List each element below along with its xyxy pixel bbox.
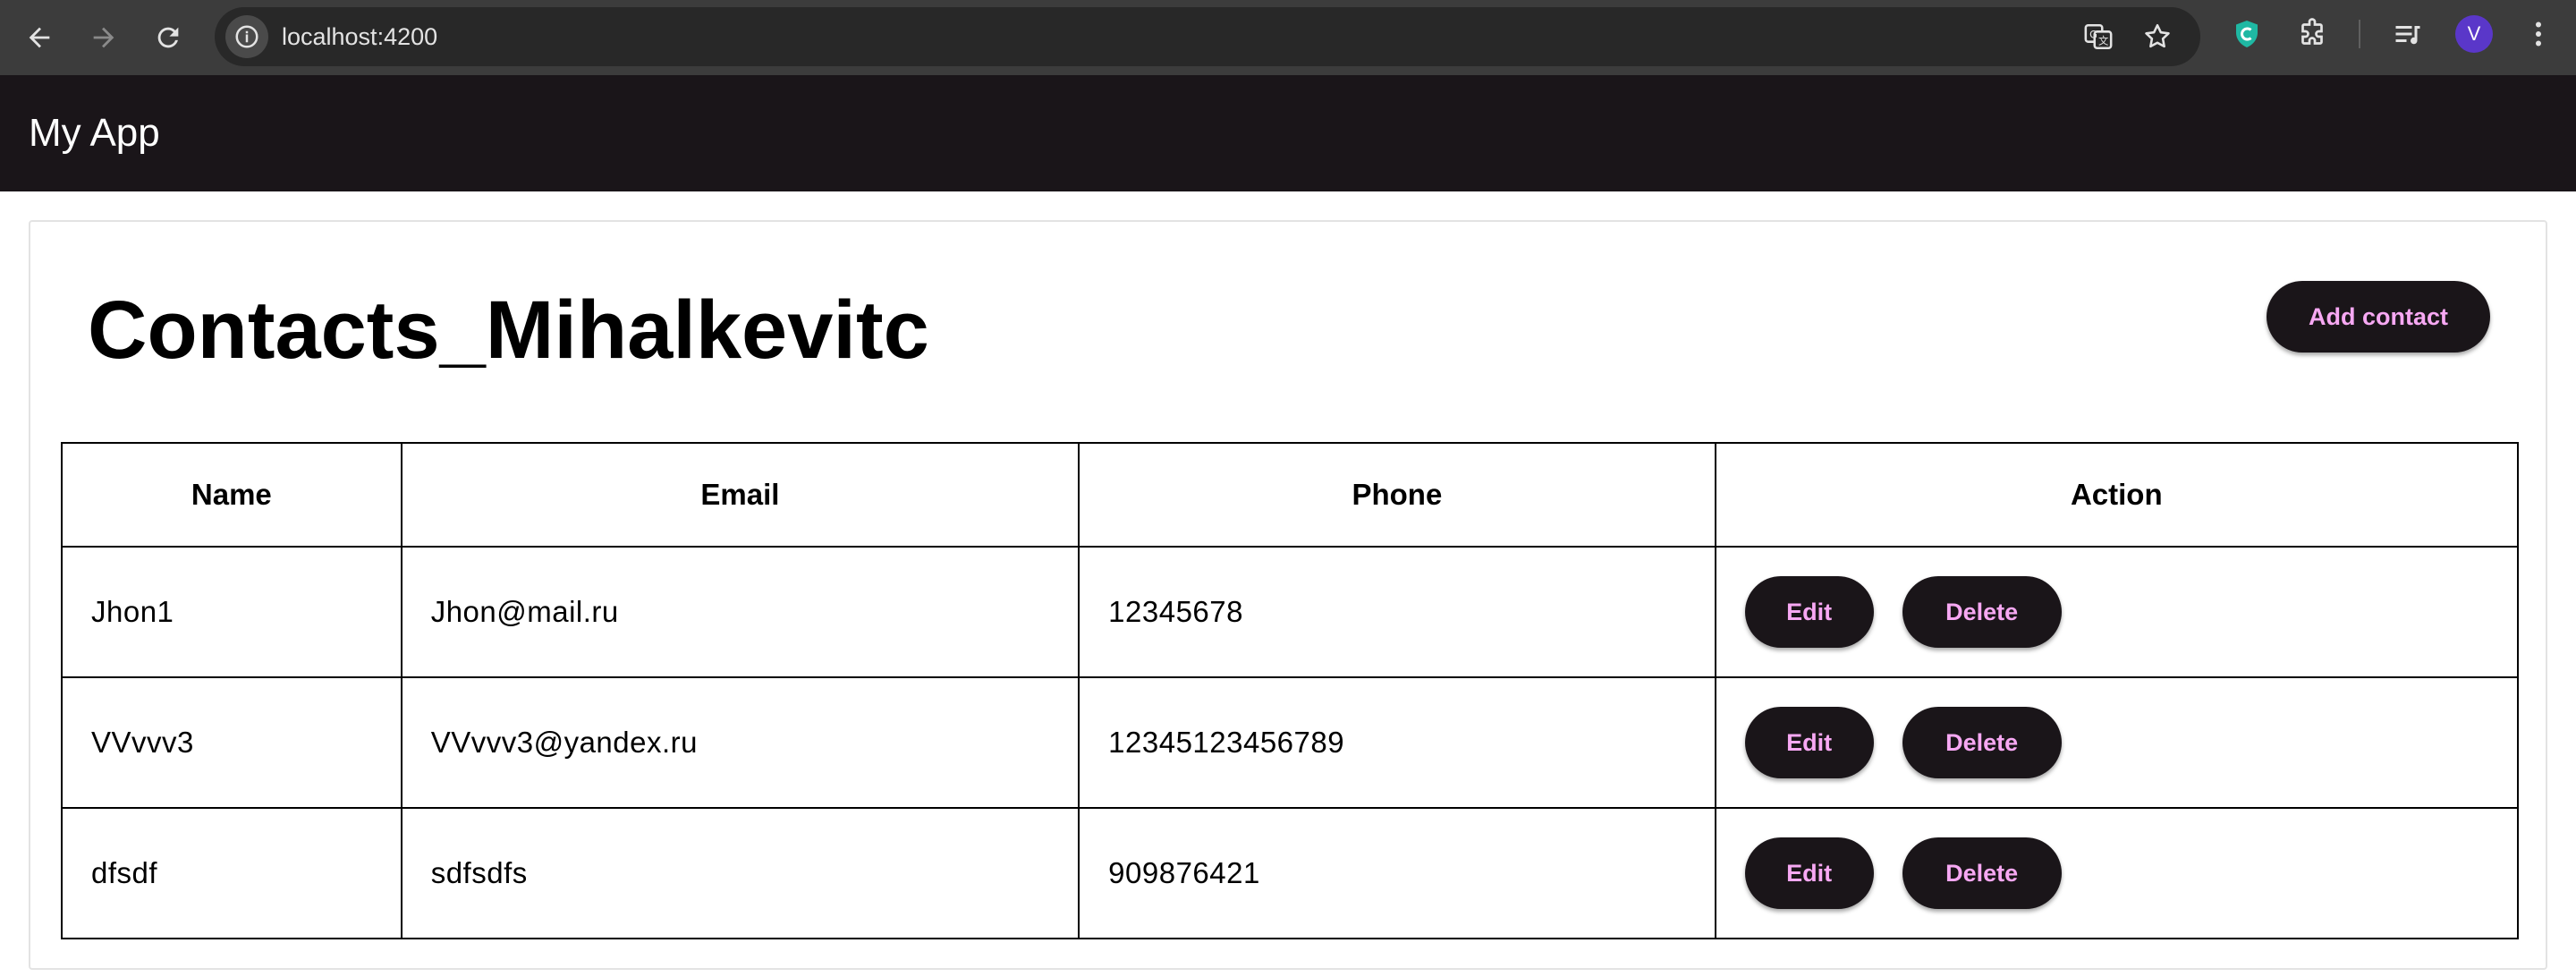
cell-action: Edit Delete — [1714, 676, 2520, 809]
page-title: Contacts_Mihalkevitc — [88, 285, 929, 376]
app-title: My App — [29, 111, 160, 155]
shield-extension-icon[interactable] — [2229, 16, 2265, 52]
cell-name: VVvvv3 — [61, 676, 402, 809]
table-row: dfsdf sdfsdfs 909876421 Edit Delete — [61, 807, 2520, 939]
edit-button[interactable]: Edit — [1744, 707, 1874, 778]
edit-button[interactable]: Edit — [1744, 576, 1874, 648]
column-header-email: Email — [400, 442, 1080, 548]
star-icon[interactable] — [2141, 21, 2174, 53]
contacts-table: Name Email Phone Action Jhon1 Jhon@mail.… — [61, 442, 2520, 939]
table-row: Jhon1 Jhon@mail.ru 12345678 Edit Delete — [61, 546, 2520, 678]
cell-email: Jhon@mail.ru — [400, 546, 1080, 678]
delete-button[interactable]: Delete — [1902, 576, 2062, 648]
cell-phone: 12345123456789 — [1078, 676, 1716, 809]
reload-icon[interactable] — [148, 18, 188, 57]
cell-phone: 909876421 — [1078, 807, 1716, 939]
edit-button[interactable]: Edit — [1744, 837, 1874, 909]
profile-avatar[interactable]: V — [2455, 15, 2493, 53]
browser-toolbar: localhost:4200 G文 V — [0, 0, 2576, 75]
translate-icon[interactable]: G文 — [2082, 21, 2114, 53]
column-header-name: Name — [61, 442, 402, 548]
delete-button[interactable]: Delete — [1902, 837, 2062, 909]
media-queue-icon[interactable] — [2390, 16, 2426, 52]
back-arrow-icon[interactable] — [20, 18, 59, 57]
puzzle-icon[interactable] — [2294, 16, 2330, 52]
column-header-action: Action — [1714, 442, 2520, 548]
toolbar-divider — [2359, 20, 2360, 48]
cell-action: Edit Delete — [1714, 807, 2520, 939]
cell-phone: 12345678 — [1078, 546, 1716, 678]
svg-text:G: G — [2089, 28, 2097, 40]
cell-name: Jhon1 — [61, 546, 402, 678]
cell-name: dfsdf — [61, 807, 402, 939]
svg-text:文: 文 — [2098, 35, 2108, 47]
cell-email: sdfsdfs — [400, 807, 1080, 939]
delete-button[interactable]: Delete — [1902, 707, 2062, 778]
info-icon[interactable] — [225, 15, 268, 58]
table-header-row: Name Email Phone Action — [61, 442, 2520, 548]
address-bar[interactable]: localhost:4200 G文 — [215, 7, 2200, 66]
forward-arrow-icon[interactable] — [84, 18, 123, 57]
cell-action: Edit Delete — [1714, 546, 2520, 678]
kebab-menu-icon[interactable] — [2521, 16, 2556, 52]
table-row: VVvvv3 VVvvv3@yandex.ru 12345123456789 E… — [61, 676, 2520, 809]
cell-email: VVvvv3@yandex.ru — [400, 676, 1080, 809]
url-text[interactable]: localhost:4200 — [282, 7, 437, 66]
column-header-phone: Phone — [1078, 442, 1716, 548]
add-contact-button[interactable]: Add contact — [2267, 281, 2490, 353]
contacts-card: Contacts_Mihalkevitc Add contact Name Em… — [29, 220, 2547, 970]
app-toolbar: My App — [0, 75, 2576, 191]
